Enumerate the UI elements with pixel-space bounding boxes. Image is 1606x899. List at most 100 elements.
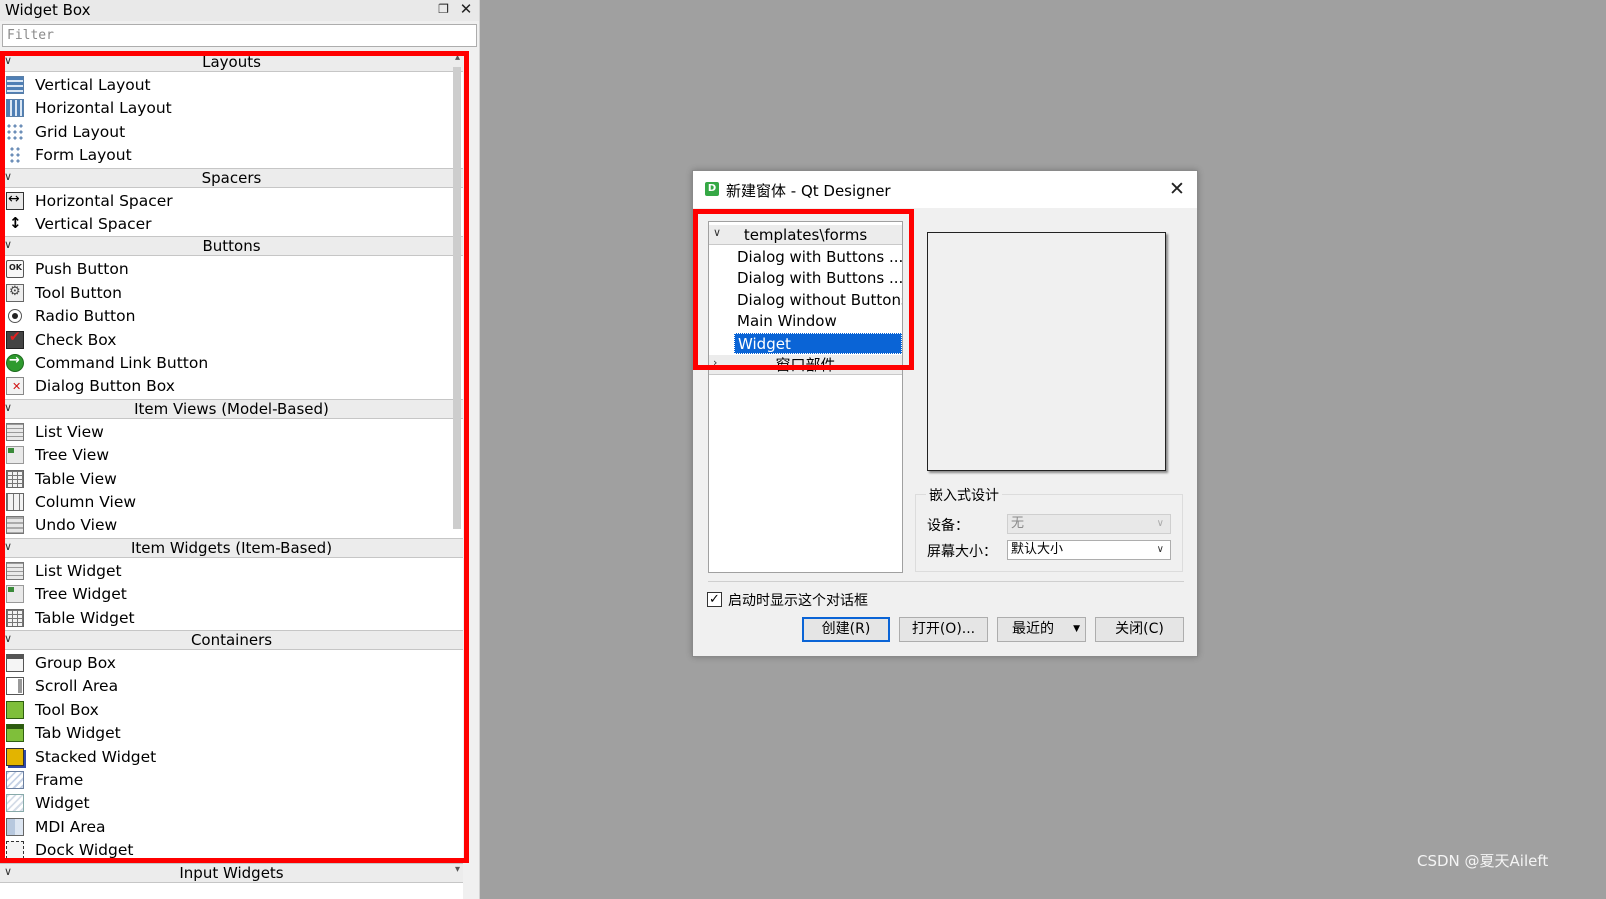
widget-item[interactable]: Horizontal Spacer [0,189,463,213]
category-header[interactable]: ∨ Spacers [0,167,463,188]
close-icon[interactable]: ✕ [1167,179,1187,199]
widget-item[interactable]: List View [0,420,463,444]
widget-item-label: Stacked Widget [35,747,157,766]
widget-item-label: Form Layout [35,146,132,165]
filter-input[interactable] [2,24,477,47]
widget-item[interactable]: Column View [0,490,463,514]
widget-item[interactable]: Undo View [0,513,463,537]
device-value: 无 [1011,516,1025,531]
category-label: Layouts [202,53,261,71]
scrollbar-thumb[interactable] [453,67,461,529]
widget-item-label: Grid Layout [35,122,126,141]
screen-size-select[interactable]: 默认大小 ∨ [1007,540,1171,560]
embedded-design-title: 嵌入式设计 [926,485,1002,505]
widget-item-label: Command Link Button [35,354,209,372]
widget-item[interactable]: Command Link Button [0,351,463,375]
template-item-selected[interactable]: Widget [734,333,902,354]
show-on-startup-label[interactable]: 启动时显示这个对话框 [728,590,868,610]
group-box-icon [6,654,24,672]
template-group-widgets[interactable]: › 窗口部件 [709,355,902,375]
widget-item[interactable]: Stacked Widget [0,745,463,769]
widget-box-panel: Widget Box ❐ ✕ ∨Layouts Vertical Layout Ho… [0,0,480,899]
category-header[interactable]: ∨ Item Views (Model-Based) [0,398,463,419]
template-tree: ∨ templates\forms Dialog with Buttons ..… [708,221,903,573]
widget-item[interactable]: Dialog Button Box [0,374,463,398]
chevron-down-icon: ∨ [1156,518,1164,529]
device-select: 无 ∨ [1007,514,1171,534]
category-label: Spacers [201,168,262,187]
widget-item[interactable]: Radio Button [0,304,463,328]
radio-button-icon [8,309,22,324]
widget-item[interactable]: Table Widget [0,606,463,630]
widget-item[interactable]: MDI Area [0,815,463,839]
category-header[interactable]: ∨ Input Widgets [0,862,463,883]
widget-item[interactable]: Widget [0,791,463,815]
open-button[interactable]: 打开(O)... [899,617,988,642]
category-header[interactable]: ∨ Layouts [0,52,463,72]
recent-label: 最近的 [1012,621,1054,637]
widget-item[interactable]: Tree Widget [0,582,463,606]
qt-designer-app-icon: D [705,182,719,196]
grid-layout-icon [6,122,24,141]
widget-item[interactable]: Check Box [0,328,463,352]
close-icon[interactable]: ✕ [459,2,473,17]
tool-button-icon [6,283,24,302]
widget-item[interactable]: Table View [0,467,463,491]
chevron-down-icon[interactable]: ∨ [1157,541,1164,559]
command-link-icon [6,353,24,372]
widget-item[interactable]: Tool Box [0,698,463,722]
template-item[interactable]: Dialog without Buttons [734,290,902,311]
screen-size-value: 默认大小 [1011,542,1064,557]
float-icon[interactable]: ❐ [437,3,450,16]
template-item[interactable]: Main Window [734,311,902,332]
template-item[interactable]: Dialog with Buttons ... [734,268,902,289]
widget-item-label: Tree Widget [35,585,127,604]
widget-item-label: Horizontal Layout [35,99,172,118]
widget-item-label: List Widget [35,561,122,580]
new-form-dialog: D 新建窗体 - Qt Designer ✕ ∨ templates\forms… [692,170,1198,657]
watermark: CSDN @夏天Aileft [1417,852,1549,870]
widget-item-label: Tab Widget [35,724,121,743]
widget-item-label: Table Widget [35,608,135,627]
widget-item[interactable]: Dock Widget [0,838,463,862]
recent-button[interactable]: 最近的 ▼ [997,617,1086,642]
create-button[interactable]: 创建(R) [802,617,890,642]
widget-item[interactable]: Push Button [0,257,463,281]
scroll-area-icon [6,677,24,696]
dialog-titlebar[interactable]: D 新建窗体 - Qt Designer ✕ [693,171,1197,208]
widget-item-label: Horizontal Spacer [35,191,173,210]
category-header[interactable]: ∨ Item Widgets (Item-Based) [0,537,463,558]
table-widget-icon [6,608,24,627]
scroll-down-icon[interactable]: ▾ [455,864,465,878]
category-header[interactable]: ∨ Containers [0,630,463,650]
widget-item[interactable]: Form Layout [0,143,463,167]
show-on-startup-checkbox[interactable]: ✓ [707,592,722,607]
frame-icon [6,771,24,789]
template-group-forms[interactable]: ∨ templates\forms [709,225,902,245]
dropdown-arrow-icon[interactable]: ▼ [1073,618,1080,641]
mdi-area-icon [6,817,24,836]
category-header[interactable]: ∨ Buttons [0,236,463,257]
list-widget-icon [6,561,24,580]
widget-item[interactable]: Tree View [0,443,463,467]
widget-item-label: Tool Box [35,700,99,719]
widget-item[interactable]: Tool Button [0,281,463,305]
widget-item[interactable]: Group Box [0,651,463,675]
widget-item[interactable]: List Widget [0,559,463,583]
widget-item[interactable]: Scroll Area [0,674,463,698]
scroll-up-icon[interactable]: ▴ [455,52,465,66]
widget-item[interactable]: Tab Widget [0,721,463,745]
widget-list-scrollbar[interactable] [463,52,477,899]
horizontal-layout-icon [6,99,24,118]
widget-box-titlebar[interactable]: Widget Box ❐ ✕ [0,0,479,21]
template-item[interactable]: Dialog with Buttons ... [734,247,902,268]
widget-item[interactable]: Horizontal Layout [0,96,463,120]
widget-item[interactable]: Vertical Layout [0,73,463,97]
widget-item[interactable]: Grid Layout [0,120,463,144]
tree-widget-icon [6,585,24,604]
undo-view-icon [6,516,24,535]
close-button[interactable]: 关闭(C) [1095,617,1184,642]
widget-box-title: Widget Box [5,1,91,19]
widget-item[interactable]: Vertical Spacer [0,212,463,236]
widget-item[interactable]: Frame [0,768,463,792]
